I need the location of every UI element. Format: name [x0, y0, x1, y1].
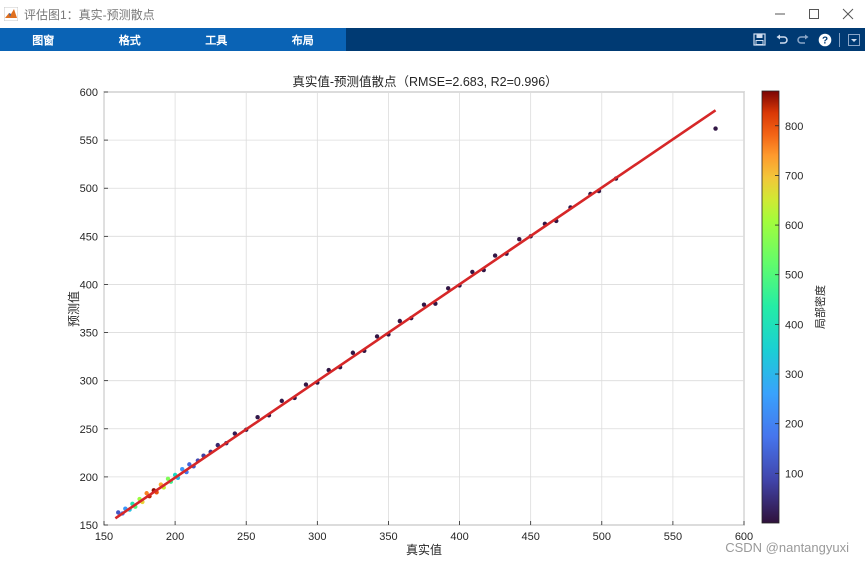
scatter-chart: 真实值-预测值散点（RMSE=2.683, R2=0.996） 150 200 25… — [66, 74, 827, 557]
window-title-bar: 评估图1：真实-预测散点 — [0, 0, 865, 29]
y-tick-label: 600 — [80, 87, 98, 99]
colorbar-tick-label: 800 — [785, 121, 803, 133]
minimize-icon[interactable] — [763, 0, 797, 28]
y-axis-label: 预测值 — [66, 291, 81, 327]
x-tick-label: 350 — [379, 531, 397, 543]
y-tick-label: 450 — [80, 231, 98, 243]
window-controls — [763, 0, 865, 28]
save-icon[interactable] — [748, 28, 770, 51]
y-tick-label: 200 — [80, 472, 98, 484]
expand-toolstrip-icon[interactable] — [843, 28, 865, 51]
close-icon[interactable] — [831, 0, 865, 28]
x-tick-label: 150 — [95, 531, 113, 543]
colorbar-tick-label: 500 — [785, 270, 803, 282]
y-tick-label: 500 — [80, 183, 98, 195]
maximize-icon[interactable] — [797, 0, 831, 28]
scatter-point — [713, 126, 718, 131]
x-tick-label: 200 — [166, 531, 184, 543]
figure-canvas[interactable]: 真实值-预测值散点（RMSE=2.683, R2=0.996） 150 200 25… — [0, 51, 865, 563]
help-icon[interactable]: ? — [814, 28, 836, 51]
colorbar-tick-label: 300 — [785, 369, 803, 381]
colorbar-tick-label: 400 — [785, 319, 803, 331]
y-tick-label: 550 — [80, 135, 98, 147]
x-tick-label: 400 — [450, 531, 468, 543]
chart-title: 真实值-预测值散点（RMSE=2.683, R2=0.996） — [292, 74, 557, 89]
scatter-point — [279, 398, 284, 404]
csdn-watermark: CSDN @nantangyuxi — [725, 540, 849, 555]
window-title: 评估图1：真实-预测散点 — [24, 7, 155, 22]
y-tick-label: 250 — [80, 424, 98, 436]
y-tick-label: 400 — [80, 279, 98, 291]
tab-tools[interactable]: 工具 — [173, 28, 260, 51]
x-tick-label: 450 — [521, 531, 539, 543]
colorbar-tick-label: 600 — [785, 220, 803, 232]
matlab-logo-icon — [4, 7, 18, 21]
colorbar[interactable] — [761, 90, 780, 524]
toolbar-separator — [839, 32, 840, 47]
x-tick-label: 250 — [237, 531, 255, 543]
redo-icon[interactable] — [792, 28, 814, 51]
colorbar-tick-label: 100 — [785, 468, 803, 480]
x-axis-label: 真实值 — [406, 542, 442, 557]
tab-layout[interactable]: 布局 — [260, 28, 347, 51]
toolstrip: 图窗 格式 工具 布局 ? — [0, 28, 865, 51]
quick-access-toolbar: ? — [748, 28, 865, 51]
colorbar-tick-label: 200 — [785, 419, 803, 431]
tab-format[interactable]: 格式 — [87, 28, 174, 51]
undo-icon[interactable] — [770, 28, 792, 51]
svg-text:?: ? — [822, 35, 828, 46]
scatter-point — [303, 382, 309, 387]
x-tick-label: 550 — [664, 531, 682, 543]
x-tick-label: 500 — [593, 531, 611, 543]
x-tick-label: 300 — [308, 531, 326, 543]
scatter-point — [255, 415, 260, 420]
y-tick-label: 300 — [80, 376, 98, 388]
tab-figure[interactable]: 图窗 — [0, 28, 87, 51]
colorbar-label: 局部密度 — [813, 285, 827, 329]
scatter-point — [492, 253, 498, 258]
toolstrip-tabs: 图窗 格式 工具 布局 — [0, 28, 346, 51]
colorbar-tick-label: 700 — [785, 170, 803, 182]
y-tick-label: 150 — [80, 520, 98, 532]
scatter-point — [517, 237, 522, 242]
y-tick-label: 350 — [80, 328, 98, 340]
